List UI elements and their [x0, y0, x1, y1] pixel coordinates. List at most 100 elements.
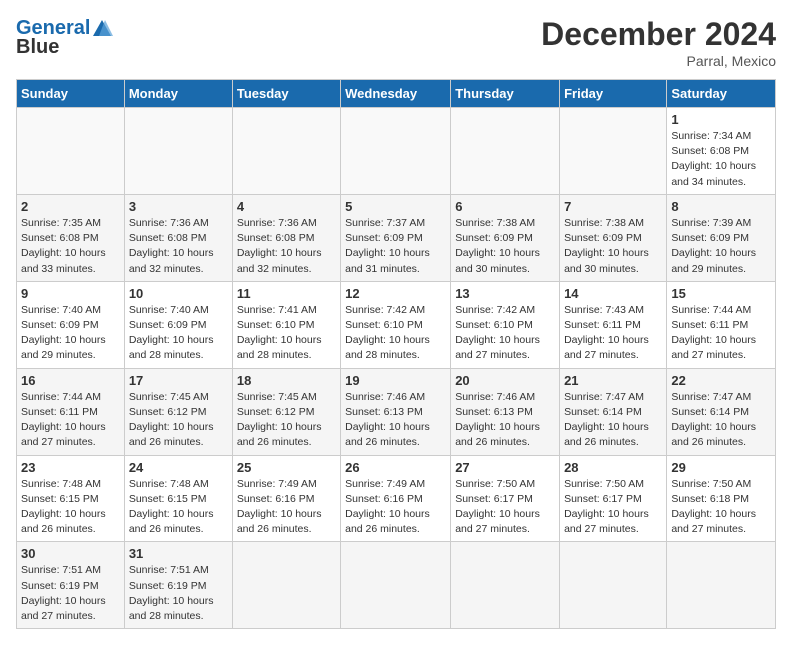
day-number: 26	[345, 460, 446, 475]
calendar-cell: 29Sunrise: 7:50 AMSunset: 6:18 PMDayligh…	[667, 455, 776, 542]
day-info: Sunrise: 7:48 AMSunset: 6:15 PMDaylight:…	[129, 477, 228, 538]
calendar-cell: 31Sunrise: 7:51 AMSunset: 6:19 PMDayligh…	[124, 542, 232, 629]
day-info: Sunrise: 7:46 AMSunset: 6:13 PMDaylight:…	[345, 390, 446, 451]
day-info: Sunrise: 7:42 AMSunset: 6:10 PMDaylight:…	[345, 303, 446, 364]
day-info: Sunrise: 7:42 AMSunset: 6:10 PMDaylight:…	[455, 303, 555, 364]
calendar-cell: 24 Sunrise: 7:48 AMSunset: 6:15 PMDayligh…	[124, 455, 232, 542]
calendar-week-2: 2 Sunrise: 7:35 AMSunset: 6:08 PMDaylight…	[17, 194, 776, 281]
day-info: Sunrise: 7:39 AMSunset: 6:09 PMDaylight:…	[671, 216, 771, 277]
day-info: Sunrise: 7:50 AMSunset: 6:17 PMDaylight:…	[564, 477, 662, 538]
day-number: 7	[564, 199, 662, 214]
calendar-cell: 13 Sunrise: 7:42 AMSunset: 6:10 PMDayligh…	[451, 281, 560, 368]
calendar-week-1: 1 Sunrise: 7:34 AMSunset: 6:08 PMDaylight…	[17, 108, 776, 195]
header-thursday: Thursday	[451, 80, 560, 108]
day-info: Sunrise: 7:44 AMSunset: 6:11 PMDaylight:…	[671, 303, 771, 364]
day-number: 30	[21, 546, 120, 561]
calendar-cell: 10 Sunrise: 7:40 AMSunset: 6:09 PMDayligh…	[124, 281, 232, 368]
day-info: Sunrise: 7:40 AMSunset: 6:09 PMDaylight:…	[21, 303, 120, 364]
calendar-cell: 23Sunrise: 7:48 AMSunset: 6:15 PMDayligh…	[17, 455, 125, 542]
calendar-cell: 19 Sunrise: 7:46 AMSunset: 6:13 PMDayligh…	[341, 368, 451, 455]
day-info: Sunrise: 7:36 AMSunset: 6:08 PMDaylight:…	[129, 216, 228, 277]
calendar-cell: 26Sunrise: 7:49 AMSunset: 6:16 PMDayligh…	[341, 455, 451, 542]
calendar-cell: 8 Sunrise: 7:39 AMSunset: 6:09 PMDaylight…	[667, 194, 776, 281]
calendar-cell	[560, 542, 667, 629]
header-friday: Friday	[560, 80, 667, 108]
day-number: 8	[671, 199, 771, 214]
calendar-cell: 5Sunrise: 7:37 AMSunset: 6:09 PMDaylight…	[341, 194, 451, 281]
calendar-cell: 7 Sunrise: 7:38 AMSunset: 6:09 PMDaylight…	[560, 194, 667, 281]
day-number: 25	[237, 460, 336, 475]
calendar-cell	[341, 542, 451, 629]
calendar-cell: 17 Sunrise: 7:45 AMSunset: 6:12 PMDayligh…	[124, 368, 232, 455]
day-info: Sunrise: 7:47 AMSunset: 6:14 PMDaylight:…	[564, 390, 662, 451]
calendar-cell: 3 Sunrise: 7:36 AMSunset: 6:08 PMDaylight…	[124, 194, 232, 281]
day-number: 16	[21, 373, 120, 388]
day-number: 17	[129, 373, 228, 388]
day-number: 12	[345, 286, 446, 301]
day-number: 13	[455, 286, 555, 301]
calendar-cell: 2 Sunrise: 7:35 AMSunset: 6:08 PMDaylight…	[17, 194, 125, 281]
day-info: Sunrise: 7:41 AMSunset: 6:10 PMDaylight:…	[237, 303, 336, 364]
day-number: 5	[345, 199, 446, 214]
page-header: General Blue December 2024 Parral, Mexic…	[16, 16, 776, 69]
calendar-cell	[232, 108, 340, 195]
day-number: 28	[564, 460, 662, 475]
header-monday: Monday	[124, 80, 232, 108]
day-info: Sunrise: 7:44 AMSunset: 6:11 PMDaylight:…	[21, 390, 120, 451]
calendar-cell: 22 Sunrise: 7:47 AMSunset: 6:14 PMDayligh…	[667, 368, 776, 455]
calendar-cell	[232, 542, 340, 629]
day-number: 18	[237, 373, 336, 388]
day-info: Sunrise: 7:38 AMSunset: 6:09 PMDaylight:…	[564, 216, 662, 277]
day-info: Sunrise: 7:51 AMSunset: 6:19 PMDaylight:…	[21, 563, 120, 624]
logo: General Blue	[16, 16, 113, 59]
day-number: 15	[671, 286, 771, 301]
calendar-week-6: 30 Sunrise: 7:51 AMSunset: 6:19 PMDayligh…	[17, 542, 776, 629]
calendar-cell: 12 Sunrise: 7:42 AMSunset: 6:10 PMDayligh…	[341, 281, 451, 368]
day-number: 19	[345, 373, 446, 388]
calendar-cell: 27 Sunrise: 7:50 AMSunset: 6:17 PMDayligh…	[451, 455, 560, 542]
day-number: 23	[21, 460, 120, 475]
day-info: Sunrise: 7:38 AMSunset: 6:09 PMDaylight:…	[455, 216, 555, 277]
calendar-header-row: SundayMondayTuesdayWednesdayThursdayFrid…	[17, 80, 776, 108]
day-number: 22	[671, 373, 771, 388]
title-block: December 2024 Parral, Mexico	[541, 16, 776, 69]
day-number: 27	[455, 460, 555, 475]
day-number: 21	[564, 373, 662, 388]
day-number: 6	[455, 199, 555, 214]
calendar-cell: 21 Sunrise: 7:47 AMSunset: 6:14 PMDayligh…	[560, 368, 667, 455]
calendar-week-3: 9Sunrise: 7:40 AMSunset: 6:09 PMDaylight…	[17, 281, 776, 368]
calendar-cell: 25Sunrise: 7:49 AMSunset: 6:16 PMDayligh…	[232, 455, 340, 542]
calendar-cell	[560, 108, 667, 195]
header-saturday: Saturday	[667, 80, 776, 108]
day-number: 14	[564, 286, 662, 301]
day-info: Sunrise: 7:43 AMSunset: 6:11 PMDaylight:…	[564, 303, 662, 364]
day-info: Sunrise: 7:45 AMSunset: 6:12 PMDaylight:…	[129, 390, 228, 451]
day-number: 10	[129, 286, 228, 301]
header-tuesday: Tuesday	[232, 80, 340, 108]
calendar-cell: 6 Sunrise: 7:38 AMSunset: 6:09 PMDaylight…	[451, 194, 560, 281]
calendar-cell	[124, 108, 232, 195]
calendar-cell	[451, 542, 560, 629]
calendar-cell: 1 Sunrise: 7:34 AMSunset: 6:08 PMDaylight…	[667, 108, 776, 195]
day-number: 29	[671, 460, 771, 475]
calendar-cell: 16 Sunrise: 7:44 AMSunset: 6:11 PMDayligh…	[17, 368, 125, 455]
calendar-cell: 18Sunrise: 7:45 AMSunset: 6:12 PMDayligh…	[232, 368, 340, 455]
day-number: 11	[237, 286, 336, 301]
day-info: Sunrise: 7:40 AMSunset: 6:09 PMDaylight:…	[129, 303, 228, 364]
calendar-cell: 15 Sunrise: 7:44 AMSunset: 6:11 PMDayligh…	[667, 281, 776, 368]
day-info: Sunrise: 7:35 AMSunset: 6:08 PMDaylight:…	[21, 216, 120, 277]
day-info: Sunrise: 7:47 AMSunset: 6:14 PMDaylight:…	[671, 390, 771, 451]
calendar-cell: 11 Sunrise: 7:41 AMSunset: 6:10 PMDayligh…	[232, 281, 340, 368]
day-number: 1	[671, 112, 771, 127]
day-number: 2	[21, 199, 120, 214]
calendar-table: SundayMondayTuesdayWednesdayThursdayFrid…	[16, 79, 776, 629]
day-number: 3	[129, 199, 228, 214]
day-number: 4	[237, 199, 336, 214]
calendar-cell: 28 Sunrise: 7:50 AMSunset: 6:17 PMDayligh…	[560, 455, 667, 542]
day-info: Sunrise: 7:46 AMSunset: 6:13 PMDaylight:…	[455, 390, 555, 451]
day-number: 24	[129, 460, 228, 475]
calendar-cell: 4Sunrise: 7:36 AMSunset: 6:08 PMDaylight…	[232, 194, 340, 281]
day-info: Sunrise: 7:50 AMSunset: 6:17 PMDaylight:…	[455, 477, 555, 538]
day-info: Sunrise: 7:34 AMSunset: 6:08 PMDaylight:…	[671, 129, 771, 190]
calendar-body: 1 Sunrise: 7:34 AMSunset: 6:08 PMDaylight…	[17, 108, 776, 629]
